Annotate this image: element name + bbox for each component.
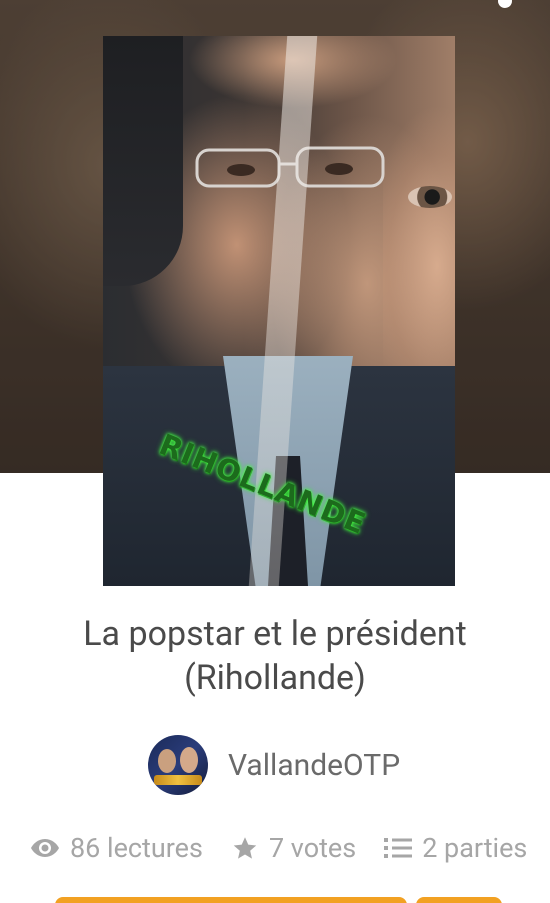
author-row[interactable]: VallandeOTP bbox=[148, 735, 400, 795]
avatar-gold-banner bbox=[154, 775, 202, 785]
author-avatar[interactable] bbox=[148, 735, 208, 795]
story-title-line-2: (Rihollande) bbox=[184, 658, 366, 698]
votes-stat: 7 votes bbox=[231, 832, 356, 864]
read-button[interactable] bbox=[55, 897, 407, 903]
avatar-face-right bbox=[180, 747, 198, 773]
votes-count: 7 votes bbox=[268, 832, 357, 864]
parts-stat: 2 parties bbox=[384, 832, 527, 864]
parts-count: 2 parties bbox=[422, 832, 528, 864]
reads-count: 86 lectures bbox=[70, 832, 203, 864]
add-to-library-button[interactable] bbox=[416, 897, 502, 903]
story-stats: 86 lectures 7 votes 2 parties bbox=[30, 832, 527, 864]
star-icon bbox=[233, 836, 257, 859]
list-icon bbox=[384, 838, 413, 858]
cover-second-eye bbox=[408, 186, 452, 208]
story-title: La popstar et le président (Rihollande) bbox=[0, 612, 550, 700]
avatar-face-left bbox=[158, 749, 176, 773]
story-cover-image[interactable]: RIHOLLANDE bbox=[103, 36, 455, 586]
story-title-line-1: La popstar et le président bbox=[83, 614, 467, 654]
cover-hair bbox=[103, 36, 183, 286]
author-name[interactable]: VallandeOTP bbox=[228, 748, 400, 783]
story-details-page: RIHOLLANDE La popstar et le président (R… bbox=[0, 0, 550, 903]
reads-stat: 86 lectures bbox=[30, 832, 203, 864]
eye-icon bbox=[31, 839, 59, 857]
